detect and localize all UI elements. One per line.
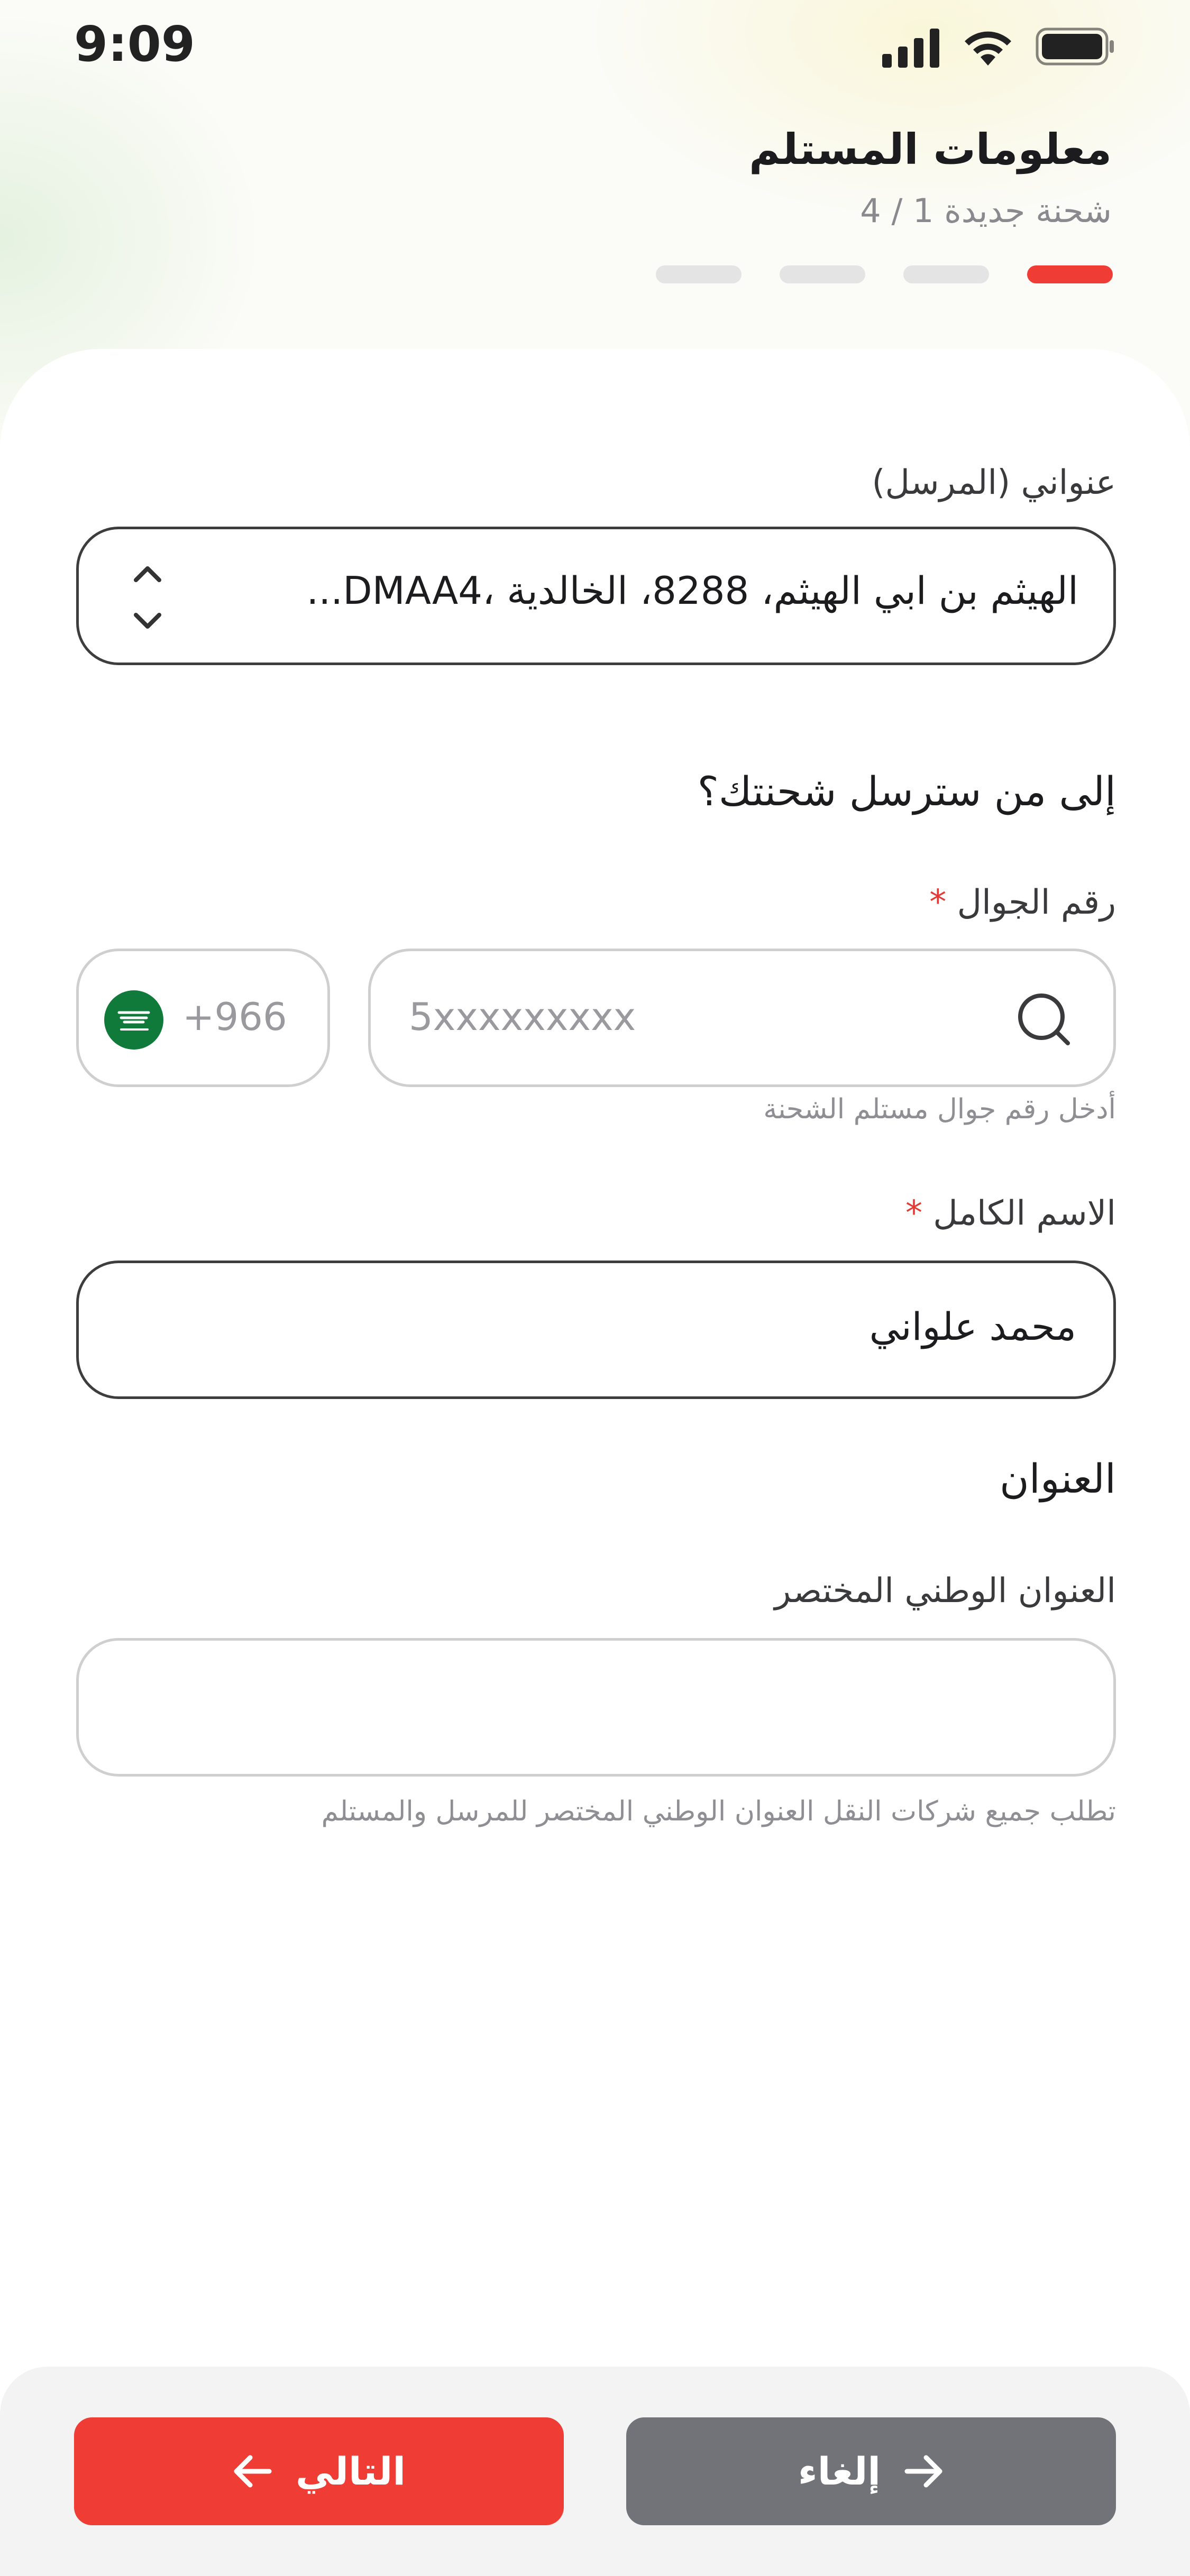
full-name-label: الاسم الكامل * [905, 1194, 1116, 1233]
full-name-input[interactable]: محمد علواني [76, 1261, 1116, 1399]
phone-input[interactable]: 5xxxxxxxxx [368, 949, 1116, 1087]
arrow-right-icon [904, 2455, 942, 2488]
step-3-indicator [780, 265, 865, 283]
step-2-indicator [903, 265, 989, 283]
country-code: +966 [182, 995, 287, 1039]
phone-label-text: رقم الجوال [957, 883, 1116, 922]
short-address-label: العنوان الوطني المختصر [774, 1571, 1116, 1611]
step-indicator [656, 265, 1113, 283]
full-name-label-text: الاسم الكامل [933, 1194, 1116, 1233]
phone-placeholder: 5xxxxxxxxx [409, 995, 636, 1039]
cancel-button[interactable]: إلغاء [626, 2417, 1116, 2525]
step-counter: شحنة جديدة 1 / 4 [860, 191, 1112, 230]
search-icon[interactable] [1015, 990, 1076, 1052]
sender-address-value: الهيثم بن ابي الهيثم، 8288، الخالدية ،DM… [306, 568, 1078, 613]
required-mark: * [905, 1194, 922, 1233]
wifi-icon [965, 31, 1011, 66]
recipient-heading: إلى من سترسل شحنتك؟ [697, 768, 1116, 815]
next-button-label: التالي [295, 2449, 406, 2494]
phone-label: رقم الجوال * [929, 883, 1116, 922]
short-address-hint: تطلب جميع شركات النقل العنوان الوطني الم… [321, 1796, 1116, 1827]
country-code-selector[interactable]: +966 [76, 949, 330, 1087]
step-4-indicator [656, 265, 742, 283]
cancel-button-label: إلغاء [798, 2449, 881, 2494]
step-1-indicator [1027, 265, 1113, 283]
sort-chevrons-icon [134, 566, 161, 629]
required-mark: * [929, 883, 947, 922]
battery-icon [1036, 27, 1114, 66]
phone-hint: أدخل رقم جوال مستلم الشحنة [763, 1093, 1116, 1125]
short-address-input[interactable] [76, 1638, 1116, 1777]
sender-address-label: عنواني (المرسل) [872, 463, 1116, 502]
screen: 9:09 معلومات المستلم شحنة جديدة 1 / 4 عن… [0, 0, 1190, 2576]
full-name-value: محمد علواني [869, 1304, 1076, 1349]
page-title: معلومات المستلم [749, 125, 1112, 174]
arrow-left-icon [234, 2455, 272, 2488]
sender-address-select[interactable]: الهيثم بن ابي الهيثم، 8288، الخالدية ،DM… [76, 527, 1116, 665]
saudi-flag-icon [104, 990, 163, 1050]
status-time: 9:09 [74, 16, 195, 72]
signal-icon [882, 29, 939, 68]
address-heading: العنوان [999, 1455, 1116, 1502]
status-bar: 9:09 [0, 0, 1190, 95]
next-button[interactable]: التالي [74, 2417, 564, 2525]
